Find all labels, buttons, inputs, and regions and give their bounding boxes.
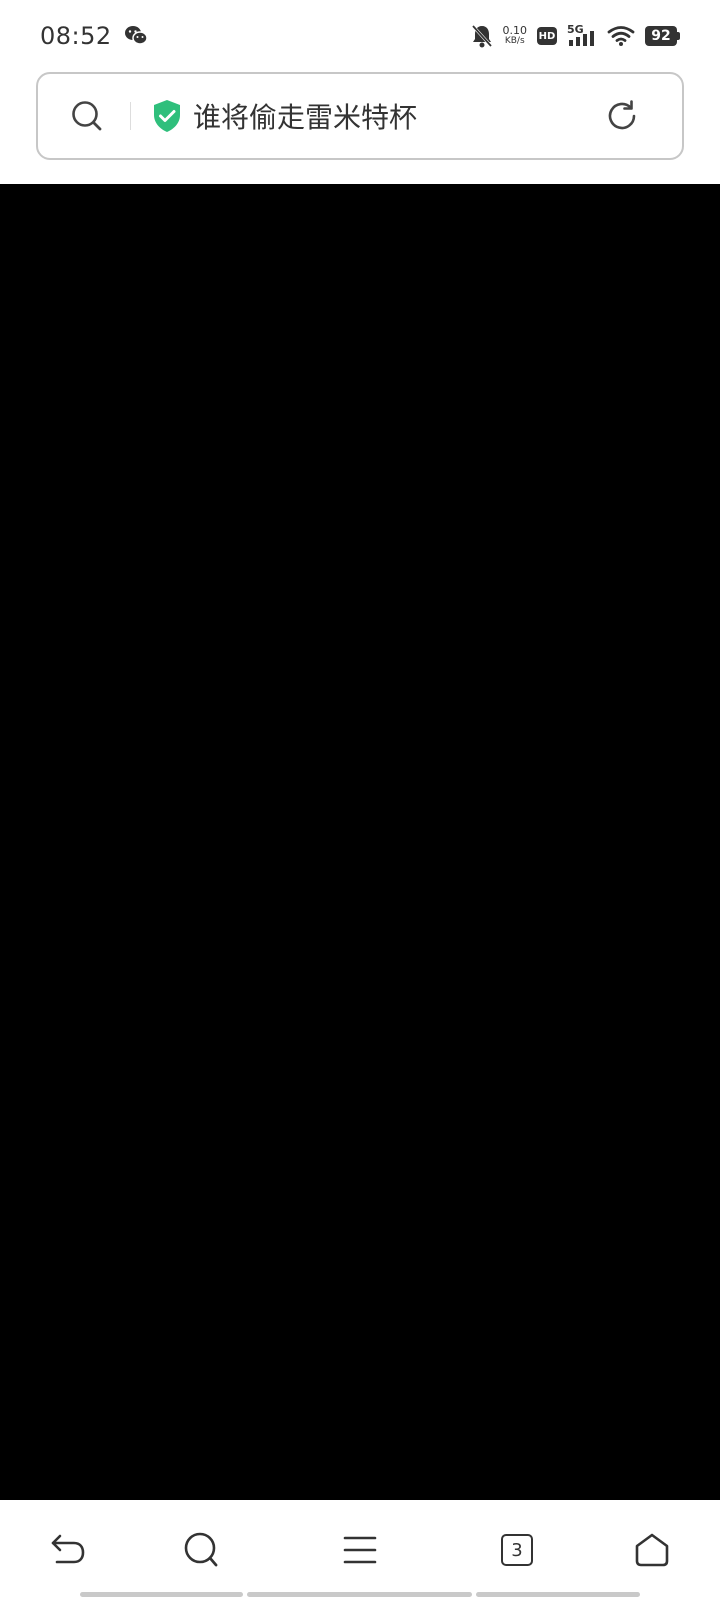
web-content[interactable] — [0, 184, 720, 1500]
network-speed: 0.10 KB/s — [503, 25, 528, 47]
gesture-bar-right — [476, 1592, 640, 1597]
network-speed-unit: KB/s — [504, 36, 525, 46]
address-bar[interactable]: 谁将偷走雷米特杯 — [36, 72, 684, 160]
wechat-icon — [124, 26, 148, 45]
menu-button[interactable] — [336, 1526, 384, 1574]
home-icon — [635, 1533, 669, 1567]
gesture-bar-left — [80, 1592, 243, 1597]
battery: 92 — [645, 26, 680, 46]
network-speed-value: 0.10 — [502, 24, 528, 37]
cellular-signal: 5G — [567, 23, 597, 47]
address-bar-divider — [130, 102, 131, 130]
search-icon[interactable] — [70, 99, 104, 133]
menu-icon — [343, 1536, 377, 1564]
search-icon — [184, 1532, 218, 1567]
status-bar: 08:52 0.10 KB/s HD 5G 92 — [0, 0, 720, 72]
battery-level: 92 — [645, 26, 677, 46]
battery-tip — [677, 32, 680, 40]
tab-count: 3 — [501, 1534, 533, 1566]
page-title[interactable]: 谁将偷走雷米特杯 — [193, 96, 604, 136]
signal-bars-icon — [569, 31, 594, 46]
wifi-icon — [607, 26, 635, 46]
status-time: 08:52 — [40, 22, 112, 50]
hd-badge: HD — [537, 27, 557, 45]
mute-bell-icon — [471, 24, 492, 48]
shield-check-icon[interactable] — [151, 99, 183, 133]
back-button[interactable] — [44, 1526, 92, 1574]
tabs-button[interactable]: 3 — [493, 1526, 541, 1574]
bottom-navigation: 3 — [0, 1500, 720, 1600]
back-arrow-icon — [51, 1534, 85, 1564]
search-button[interactable] — [178, 1526, 226, 1574]
refresh-icon[interactable] — [604, 98, 640, 134]
home-button[interactable] — [628, 1526, 676, 1574]
gesture-bar-center — [247, 1592, 472, 1597]
